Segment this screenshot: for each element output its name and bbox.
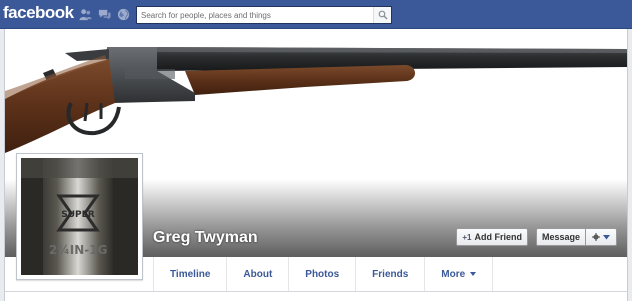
profile-actions: +1 Add Friend Message	[456, 228, 617, 246]
shotgun-shell-image: SUPER 2¾IN-1G	[21, 158, 138, 275]
tab-more-label: More	[441, 268, 466, 280]
tab-more[interactable]: More	[425, 257, 494, 291]
message-button[interactable]: Message	[535, 228, 586, 246]
profile-frame: Greg Twyman +1 Add Friend Message SUPER …	[4, 29, 628, 301]
globe-icon[interactable]	[117, 8, 130, 21]
facebook-profile-page: facebook Search for people, places and t…	[0, 0, 632, 301]
search-input[interactable]	[141, 8, 369, 22]
tab-about[interactable]: About	[227, 257, 290, 291]
picture-text-top: SUPER	[61, 210, 95, 220]
gear-icon	[592, 233, 600, 241]
facebook-logo[interactable]: facebook	[3, 3, 74, 23]
friend-requests-icon[interactable]	[79, 8, 92, 21]
top-bar: facebook	[0, 0, 632, 29]
notification-jewels	[79, 8, 130, 21]
search-button[interactable]	[373, 7, 391, 23]
messages-icon[interactable]	[98, 8, 111, 21]
tab-photos[interactable]: Photos	[289, 257, 357, 291]
chevron-down-icon	[603, 234, 610, 239]
divider	[5, 291, 627, 292]
message-button-group: Message	[535, 228, 617, 246]
tab-friends[interactable]: Friends	[356, 257, 426, 291]
caret-down-icon	[470, 272, 477, 276]
options-button[interactable]	[586, 228, 617, 246]
add-friend-button[interactable]: +1 Add Friend	[456, 228, 528, 246]
profile-name[interactable]: Greg Twyman	[153, 229, 258, 247]
profile-nav: Timeline About Photos Friends More	[153, 257, 494, 291]
tab-timeline[interactable]: Timeline	[153, 257, 228, 291]
profile-picture[interactable]: SUPER 2¾IN-1G	[16, 153, 143, 280]
magnifier-icon	[378, 10, 388, 20]
add-friend-label: Add Friend	[474, 232, 522, 242]
add-friend-icon: +1	[462, 232, 472, 242]
picture-text-bottom: 2¾IN-1G	[49, 243, 107, 257]
message-label: Message	[541, 232, 580, 242]
search-box	[136, 6, 392, 24]
